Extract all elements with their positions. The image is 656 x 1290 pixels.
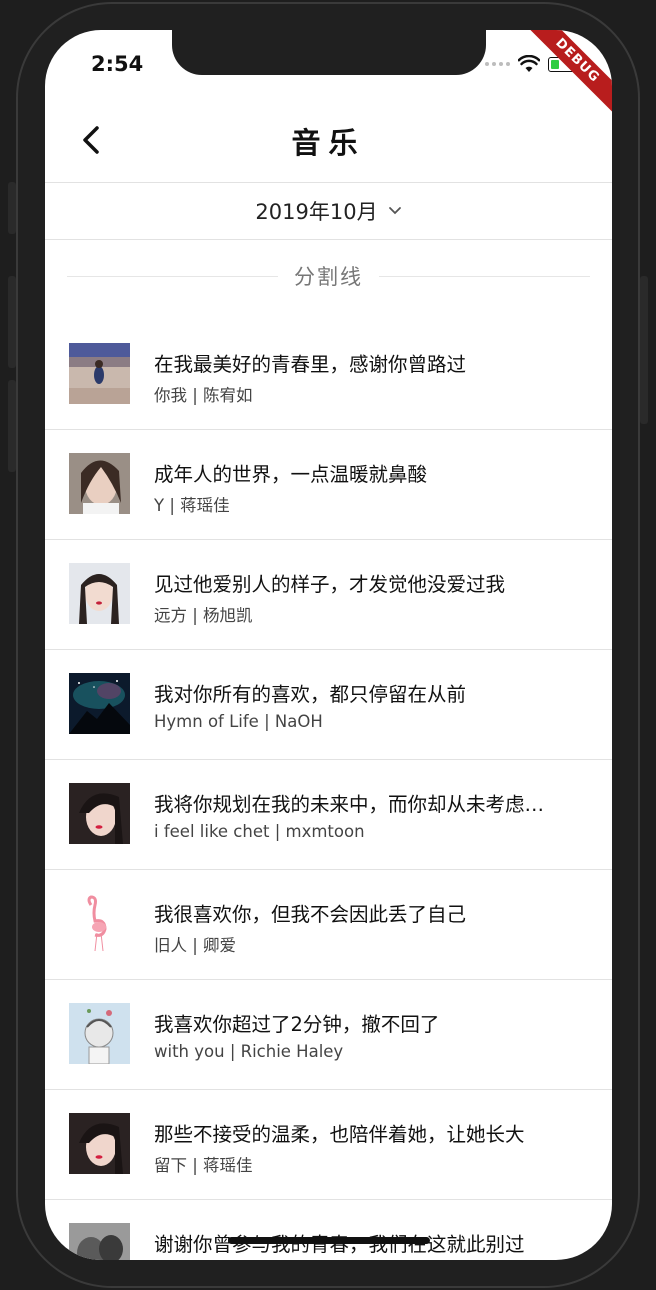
page-title: 音乐 — [291, 126, 366, 160]
volume-down-button — [8, 380, 16, 472]
song-item[interactable]: 那些不接受的温柔，也陪伴着她，让她长大 留下 | 蒋瑶佳 — [45, 1090, 612, 1200]
song-list: 在我最美好的青春里，感谢你曾路过 你我 | 陈宥如 成年人的世界，一点温暖就鼻酸… — [45, 320, 612, 1260]
song-subtitle: with you | Richie Haley — [154, 1042, 344, 1061]
mute-switch — [8, 182, 16, 234]
home-indicator[interactable] — [228, 1237, 430, 1244]
song-subtitle: 留下 | 蒋瑶佳 — [154, 1156, 253, 1175]
song-title: 那些不接受的温柔，也陪伴着她，让她长大 — [154, 1123, 525, 1146]
section-divider: 分割线 — [67, 256, 590, 296]
song-item[interactable]: 谢谢你曾参与我的青春，我们在这就此别过 — [45, 1200, 612, 1260]
song-item[interactable]: 成年人的世界，一点温暖就鼻酸 Y | 蒋瑶佳 — [45, 430, 612, 540]
song-cover-image — [69, 1223, 130, 1260]
month-label: 2019年10月 — [255, 199, 378, 224]
volume-up-button — [8, 276, 16, 368]
song-subtitle: 你我 | 陈宥如 — [154, 386, 253, 405]
song-item[interactable]: 我很喜欢你，但我不会因此丢了自己 旧人 | 卿爱 — [45, 870, 612, 980]
song-title: 见过他爱别人的样子，才发觉他没爱过我 — [154, 573, 506, 596]
song-subtitle: Hymn of Life | NaOH — [154, 712, 323, 731]
song-subtitle: Y | 蒋瑶佳 — [154, 496, 230, 515]
wifi-icon — [518, 55, 540, 72]
divider-line-left — [67, 275, 278, 277]
navigation-bar: 音乐 — [45, 100, 612, 183]
song-cover-image — [69, 893, 130, 954]
song-title: 成年人的世界，一点温暖就鼻酸 — [154, 463, 428, 486]
song-item[interactable]: 在我最美好的青春里，感谢你曾路过 你我 | 陈宥如 — [45, 320, 612, 430]
song-item[interactable]: 我将你规划在我的未来中，而你却从未考虑… i feel like chet | … — [45, 760, 612, 870]
song-cover-image — [69, 1113, 130, 1174]
song-item[interactable]: 我喜欢你超过了2分钟，撤不回了 with you | Richie Haley — [45, 980, 612, 1090]
song-item[interactable]: 见过他爱别人的样子，才发觉他没爱过我 远方 | 杨旭凯 — [45, 540, 612, 650]
song-title: 我喜欢你超过了2分钟，撤不回了 — [154, 1013, 440, 1036]
month-selector[interactable]: 2019年10月 — [45, 182, 612, 240]
status-time: 2:54 — [91, 52, 144, 76]
song-title: 在我最美好的青春里，感谢你曾路过 — [154, 353, 467, 376]
cellular-signal-icon — [485, 62, 510, 66]
song-title: 我对你所有的喜欢，都只停留在从前 — [154, 683, 467, 706]
divider-label: 分割线 — [294, 265, 363, 289]
divider-line-right — [379, 275, 590, 277]
song-title: 我很喜欢你，但我不会因此丢了自己 — [154, 903, 467, 926]
song-cover-image — [69, 563, 130, 624]
song-cover-image — [69, 453, 130, 514]
song-cover-image — [69, 343, 130, 404]
song-subtitle: 远方 | 杨旭凯 — [154, 606, 253, 625]
song-subtitle: i feel like chet | mxmtoon — [154, 822, 365, 841]
notch — [172, 30, 486, 75]
app-screen: 2:54 DEBUG 音乐 2019年10月 分割线 在我最美好的青春里，感谢你… — [45, 30, 612, 1260]
chevron-down-icon — [388, 206, 401, 214]
song-item[interactable]: 我对你所有的喜欢，都只停留在从前 Hymn of Life | NaOH — [45, 650, 612, 760]
power-button — [640, 276, 648, 424]
song-cover-image — [69, 783, 130, 844]
song-cover-image — [69, 673, 130, 734]
song-title: 我将你规划在我的未来中，而你却从未考虑… — [154, 793, 545, 816]
song-cover-image — [69, 1003, 130, 1064]
song-subtitle: 旧人 | 卿爱 — [154, 936, 237, 955]
